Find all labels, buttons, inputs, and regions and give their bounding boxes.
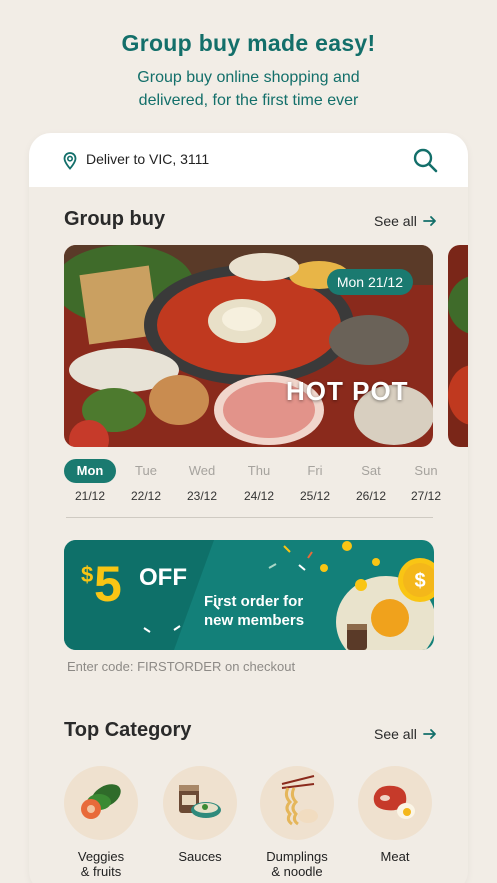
day-name: Mon <box>64 459 116 483</box>
hotpot-banner[interactable]: Mon 21/12 HOT POT <box>64 245 433 447</box>
day-tab-mon[interactable]: Mon 21/12 <box>64 459 116 503</box>
promo-off-label: OFF <box>139 564 187 591</box>
deliver-location[interactable]: Deliver to VIC, 3111 <box>86 151 209 167</box>
day-tab-thu[interactable]: Thu 24/12 <box>233 459 285 503</box>
category-list: Veggies & fruits Sauces Dumplings & nood… <box>64 766 444 883</box>
category-veggies[interactable]: Veggies & fruits <box>64 766 138 879</box>
day-tab-fri[interactable]: Fri 25/12 <box>289 459 341 503</box>
meat-icon <box>358 766 432 840</box>
search-icon[interactable] <box>412 147 438 173</box>
category-label: Dumplings & noodle <box>266 849 328 879</box>
hero-title: Group buy made easy! <box>121 30 376 56</box>
day-name: Sun <box>414 463 438 478</box>
group-buy-see-all[interactable]: See all <box>374 213 437 229</box>
day-name: Sat <box>361 463 381 478</box>
day-date: 27/12 <box>410 489 442 503</box>
category-meat[interactable]: Meat <box>358 766 432 864</box>
category-dumplings[interactable]: Dumplings & noodle <box>260 766 334 879</box>
day-tab-tue[interactable]: Tue 22/12 <box>120 459 172 503</box>
category-label: Sauces <box>178 849 222 864</box>
category-sauces[interactable]: Sauces <box>163 766 237 864</box>
arrow-right-icon <box>422 729 436 739</box>
date-badge: Mon 21/12 <box>326 269 413 295</box>
promo-code-note: Enter code: FIRSTORDER on checkout <box>67 659 296 674</box>
day-name: Thu <box>247 463 271 478</box>
hero-subtitle: Group buy online shopping and delivered,… <box>137 69 360 109</box>
sauce-jar-icon <box>163 766 237 840</box>
app-screen: Deliver to VIC, 3111 Group buy See all M… <box>29 133 468 883</box>
top-category-see-all[interactable]: See all <box>374 726 437 742</box>
day-date: 22/12 <box>130 489 162 503</box>
promo-text: First order for new members <box>204 593 305 629</box>
next-banner-peek[interactable] <box>448 245 468 447</box>
day-name: Wed <box>188 463 216 478</box>
day-divider <box>66 517 433 518</box>
veggies-icon <box>64 766 138 840</box>
see-all-label: See all <box>374 726 417 742</box>
day-date: 25/12 <box>299 489 331 503</box>
day-date: 26/12 <box>355 489 387 503</box>
noodles-icon <box>260 766 334 840</box>
day-date: 23/12 <box>186 489 218 503</box>
day-date: 21/12 <box>74 489 106 503</box>
top-bar: Deliver to VIC, 3111 <box>29 133 468 187</box>
day-name: Fri <box>307 463 323 478</box>
category-label: Veggies & fruits <box>77 849 125 879</box>
day-date: 24/12 <box>243 489 275 503</box>
banner-label: HOT POT <box>286 376 409 406</box>
day-name: Tue <box>135 463 157 478</box>
top-category-title: Top Category <box>64 719 192 741</box>
group-buy-title: Group buy <box>64 208 166 230</box>
promo-currency: $ <box>81 562 94 587</box>
arrow-right-icon <box>422 216 436 226</box>
see-all-label: See all <box>374 213 417 229</box>
promo-amount: 5 <box>94 556 122 612</box>
day-tab-sun[interactable]: Sun 27/12 <box>400 459 452 503</box>
svg-text:$: $ <box>414 570 425 592</box>
location-pin-icon[interactable] <box>63 152 77 175</box>
day-tab-sat[interactable]: Sat 26/12 <box>345 459 397 503</box>
day-tab-wed[interactable]: Wed 23/12 <box>176 459 228 503</box>
category-label: Meat <box>380 849 410 864</box>
promo-banner[interactable]: $ $ 5 OFF First order for new members <box>64 540 434 650</box>
day-selector: Mon 21/12 Tue 22/12 Wed 23/12 Thu 24/12 … <box>64 459 446 515</box>
next-banner-photo <box>448 245 468 447</box>
